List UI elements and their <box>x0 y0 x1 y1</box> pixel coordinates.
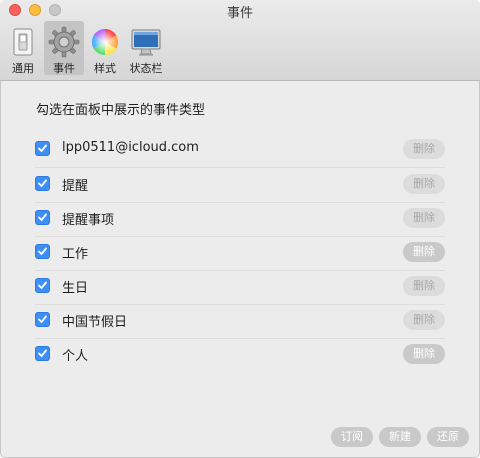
switch-icon <box>7 26 39 58</box>
event-type-checkbox[interactable] <box>35 176 50 191</box>
event-type-label: 工作 <box>62 247 89 262</box>
list-item: 提醒 删除 <box>35 168 445 203</box>
delete-button[interactable]: 删除 <box>403 276 445 296</box>
gear-icon <box>48 26 80 58</box>
delete-button[interactable]: 删除 <box>403 139 445 159</box>
event-type-checkbox[interactable] <box>35 278 50 293</box>
section-heading: 勾选在面板中展示的事件类型 <box>36 103 206 118</box>
toolbar-tab-label: 事件 <box>53 62 75 75</box>
event-type-checkbox[interactable] <box>35 210 50 225</box>
preferences-window: 事件 通用 事件 样式 状态栏 勾选在面板中展示的事件类型 lpp0511@ic… <box>0 0 480 458</box>
delete-button[interactable]: 删除 <box>403 310 445 330</box>
event-type-label: 中国节假日 <box>62 315 128 330</box>
title-bar: 事件 通用 事件 样式 状态栏 <box>0 0 480 81</box>
list-item: 个人 删除 <box>35 338 445 372</box>
event-type-label: 提醒 <box>62 179 89 194</box>
event-type-checkbox[interactable] <box>35 244 50 259</box>
toolbar-tab-label: 样式 <box>94 62 116 75</box>
delete-button[interactable]: 删除 <box>403 344 445 364</box>
subscribe-button[interactable]: 订阅 <box>331 427 373 447</box>
toolbar-tab-label: 通用 <box>12 62 34 75</box>
delete-button[interactable]: 删除 <box>403 174 445 194</box>
event-type-checkbox[interactable] <box>35 312 50 327</box>
list-item: 生日 删除 <box>35 270 445 305</box>
color-wheel-icon <box>89 26 121 58</box>
delete-button[interactable]: 删除 <box>403 242 445 262</box>
list-item: 提醒事项 删除 <box>35 202 445 237</box>
toolbar-tab-status-bar[interactable]: 状态栏 <box>126 21 166 75</box>
new-button[interactable]: 新建 <box>379 427 421 447</box>
toolbar-tab-style[interactable]: 样式 <box>88 21 122 75</box>
list-item: lpp0511@icloud.com 删除 <box>35 133 445 168</box>
restore-button[interactable]: 还原 <box>427 427 469 447</box>
toolbar-tab-general[interactable]: 通用 <box>6 21 40 75</box>
event-type-label: 生日 <box>62 281 89 296</box>
event-type-label: 个人 <box>62 349 89 364</box>
event-type-label: 提醒事项 <box>62 213 115 228</box>
toolbar-tab-label: 状态栏 <box>129 62 163 75</box>
event-type-checkbox[interactable] <box>35 141 50 156</box>
imac-icon <box>130 26 162 58</box>
toolbar-tab-events[interactable]: 事件 <box>44 21 84 75</box>
delete-button[interactable]: 删除 <box>403 208 445 228</box>
list-item: 中国节假日 删除 <box>35 304 445 339</box>
event-type-label: lpp0511@icloud.com <box>62 140 199 155</box>
event-type-checkbox[interactable] <box>35 346 50 361</box>
window-title: 事件 <box>226 6 253 21</box>
list-item: 工作 删除 <box>35 236 445 271</box>
